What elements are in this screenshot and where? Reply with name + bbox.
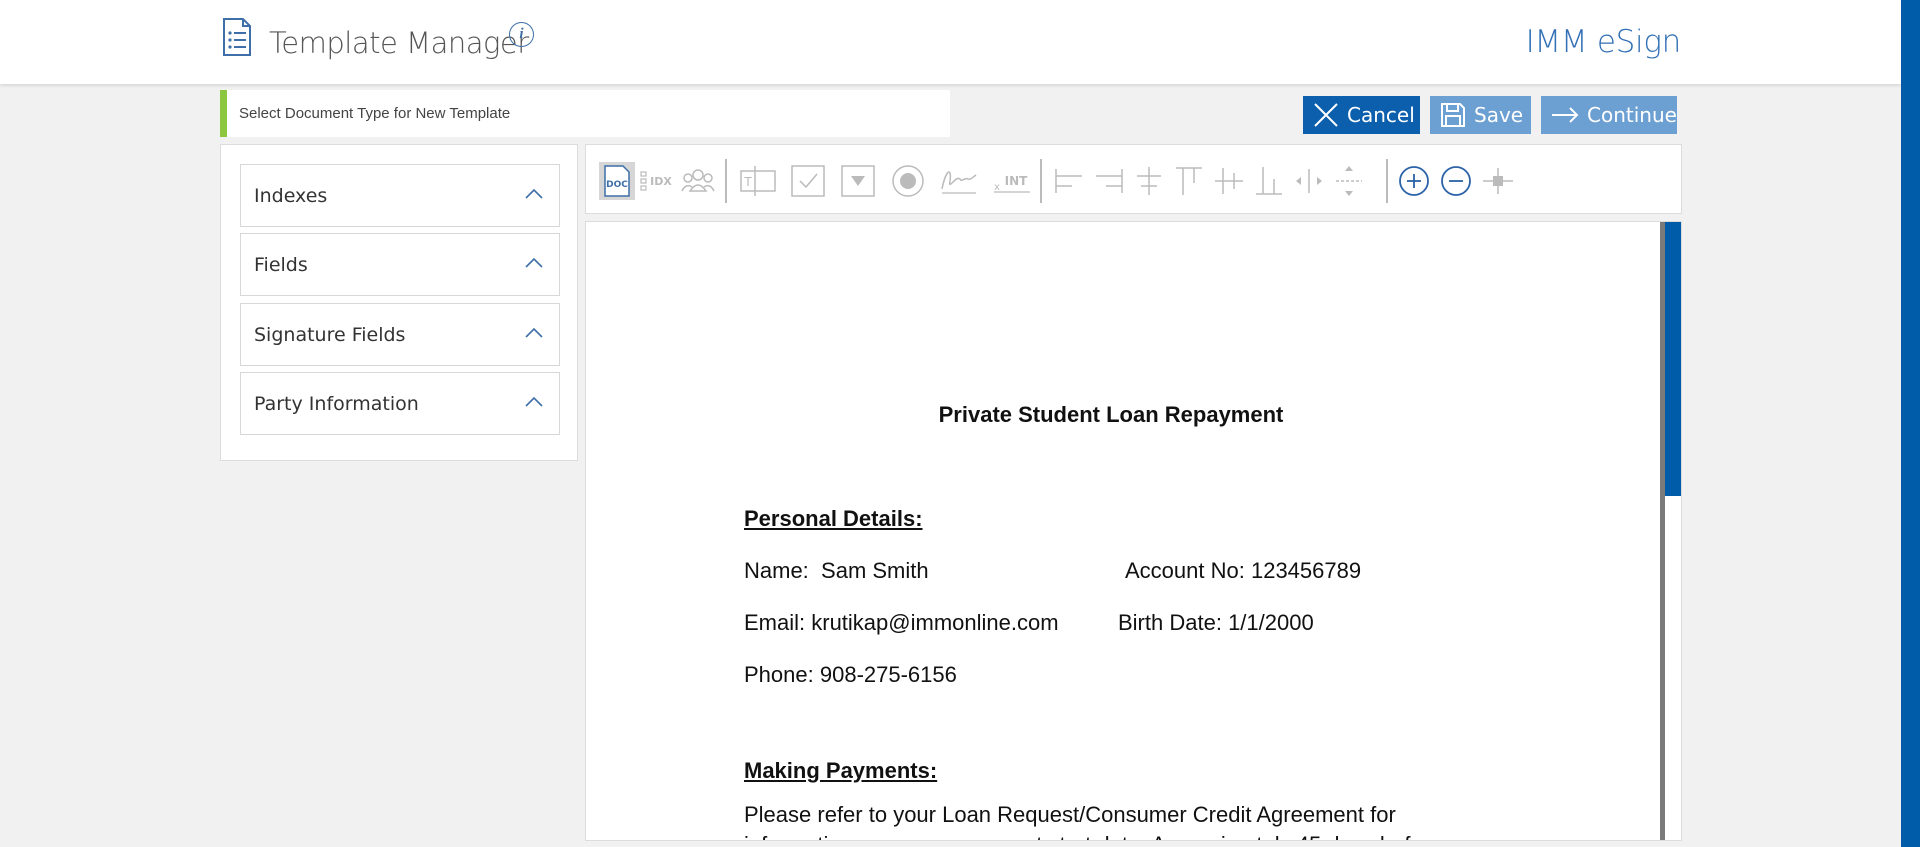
text-field-icon[interactable]: T (738, 163, 778, 199)
chevron-up-icon[interactable] (525, 189, 543, 199)
align-top-icon[interactable] (1172, 163, 1206, 199)
app-header: Template Manager i IMM eSign (0, 0, 1901, 84)
parties-icon[interactable] (680, 163, 716, 199)
align-right-icon[interactable] (1092, 163, 1126, 199)
signature-icon[interactable] (938, 163, 980, 199)
accordion-indexes[interactable]: Indexes (240, 164, 560, 227)
personal-details-heading: Personal Details: (744, 506, 923, 531)
page-title: Template Manager (269, 26, 529, 60)
svg-text:x: x (994, 182, 1000, 193)
toolbar-separator (1040, 159, 1042, 203)
email-value: krutikap@immonline.com (811, 610, 1059, 635)
initials-icon[interactable]: x INT (990, 163, 1032, 199)
save-button[interactable]: Save (1430, 96, 1531, 134)
arrow-right-icon (1552, 107, 1579, 123)
close-icon (1314, 103, 1338, 127)
sidebar-panel: Indexes Fields Signature Fields Party In… (220, 144, 578, 461)
name-row: Name: Sam Smith (744, 558, 929, 584)
right-edge-bar (1901, 0, 1920, 847)
accordion-signature-fields[interactable]: Signature Fields (240, 303, 560, 366)
initials-label: INT (1005, 174, 1029, 188)
email-label: Email: (744, 610, 806, 635)
text-field-label: T (743, 175, 752, 189)
cancel-label: Cancel (1347, 103, 1415, 127)
accordion-label: Signature Fields (254, 324, 406, 346)
align-middle-icon[interactable] (1212, 163, 1246, 199)
birth-date-label: Birth Date: (1118, 610, 1222, 635)
align-center-icon[interactable] (1132, 163, 1166, 199)
continue-label: Continue (1587, 103, 1677, 127)
distribute-vertical-icon[interactable] (1332, 163, 1366, 199)
accordion-label: Party Information (254, 393, 419, 415)
accordion-label: Indexes (254, 185, 328, 207)
making-payments-heading: Making Payments: (744, 758, 938, 783)
continue-button[interactable]: Continue (1541, 96, 1677, 134)
phone-value: 908-275-6156 (819, 662, 957, 687)
account-value: 123456789 (1250, 558, 1362, 583)
birth-date-value: 1/1/2000 (1228, 610, 1314, 635)
brand-logo: IMM eSign (1525, 24, 1682, 60)
checkbox-icon[interactable] (788, 163, 828, 199)
birth-date-row: Birth Date: 1/1/2000 (1118, 610, 1314, 636)
payments-paragraph: Please refer to your Loan Request/Consum… (744, 802, 1442, 840)
document-canvas[interactable]: Private Student Loan Repayment Personal … (585, 221, 1682, 841)
document-title: Private Student Loan Repayment (938, 402, 1284, 427)
save-icon (1441, 103, 1465, 127)
email-row: Email: krutikap@immonline.com (744, 610, 1059, 636)
align-left-icon[interactable] (1052, 163, 1086, 199)
document-scrollbar[interactable] (1660, 222, 1681, 840)
phone-row: Phone: 908-275-6156 (744, 662, 957, 688)
radio-icon[interactable] (888, 163, 928, 199)
chevron-up-icon[interactable] (525, 397, 543, 407)
chevron-up-icon[interactable] (525, 258, 543, 268)
scrollbar-thumb[interactable] (1665, 222, 1681, 496)
idx-icon[interactable]: IDX (639, 163, 675, 199)
list-document-icon (223, 18, 251, 56)
save-label: Save (1474, 103, 1524, 127)
chevron-up-icon[interactable] (525, 328, 543, 338)
doc-icon[interactable]: DOC (599, 162, 635, 200)
zoom-out-icon[interactable] (1438, 163, 1474, 199)
toolbar-separator (1386, 159, 1388, 203)
distribute-horizontal-icon[interactable] (1292, 163, 1326, 199)
name-value: Sam Smith (821, 558, 929, 583)
dropdown-icon[interactable] (838, 163, 878, 199)
accordion-fields[interactable]: Fields (240, 233, 560, 296)
align-bottom-icon[interactable] (1252, 163, 1286, 199)
phone-label: Phone: (744, 662, 814, 687)
accordion-label: Fields (254, 254, 308, 276)
cancel-button[interactable]: Cancel (1303, 96, 1420, 134)
editor-toolbar: DOC IDX T x INT (585, 144, 1682, 214)
toolbar-separator (725, 159, 727, 203)
move-icon[interactable] (1480, 163, 1516, 199)
accordion-party-information[interactable]: Party Information (240, 372, 560, 435)
zoom-in-icon[interactable] (1396, 163, 1432, 199)
account-label: Account No: (1125, 558, 1245, 583)
idx-label: IDX (650, 175, 672, 188)
document-type-selector[interactable]: Select Document Type for New Template (220, 90, 950, 137)
doc-label: DOC (606, 180, 628, 190)
account-row: Account No: 123456789 (1125, 558, 1361, 584)
info-icon[interactable]: i (509, 22, 534, 47)
name-label: Name: (744, 558, 809, 583)
